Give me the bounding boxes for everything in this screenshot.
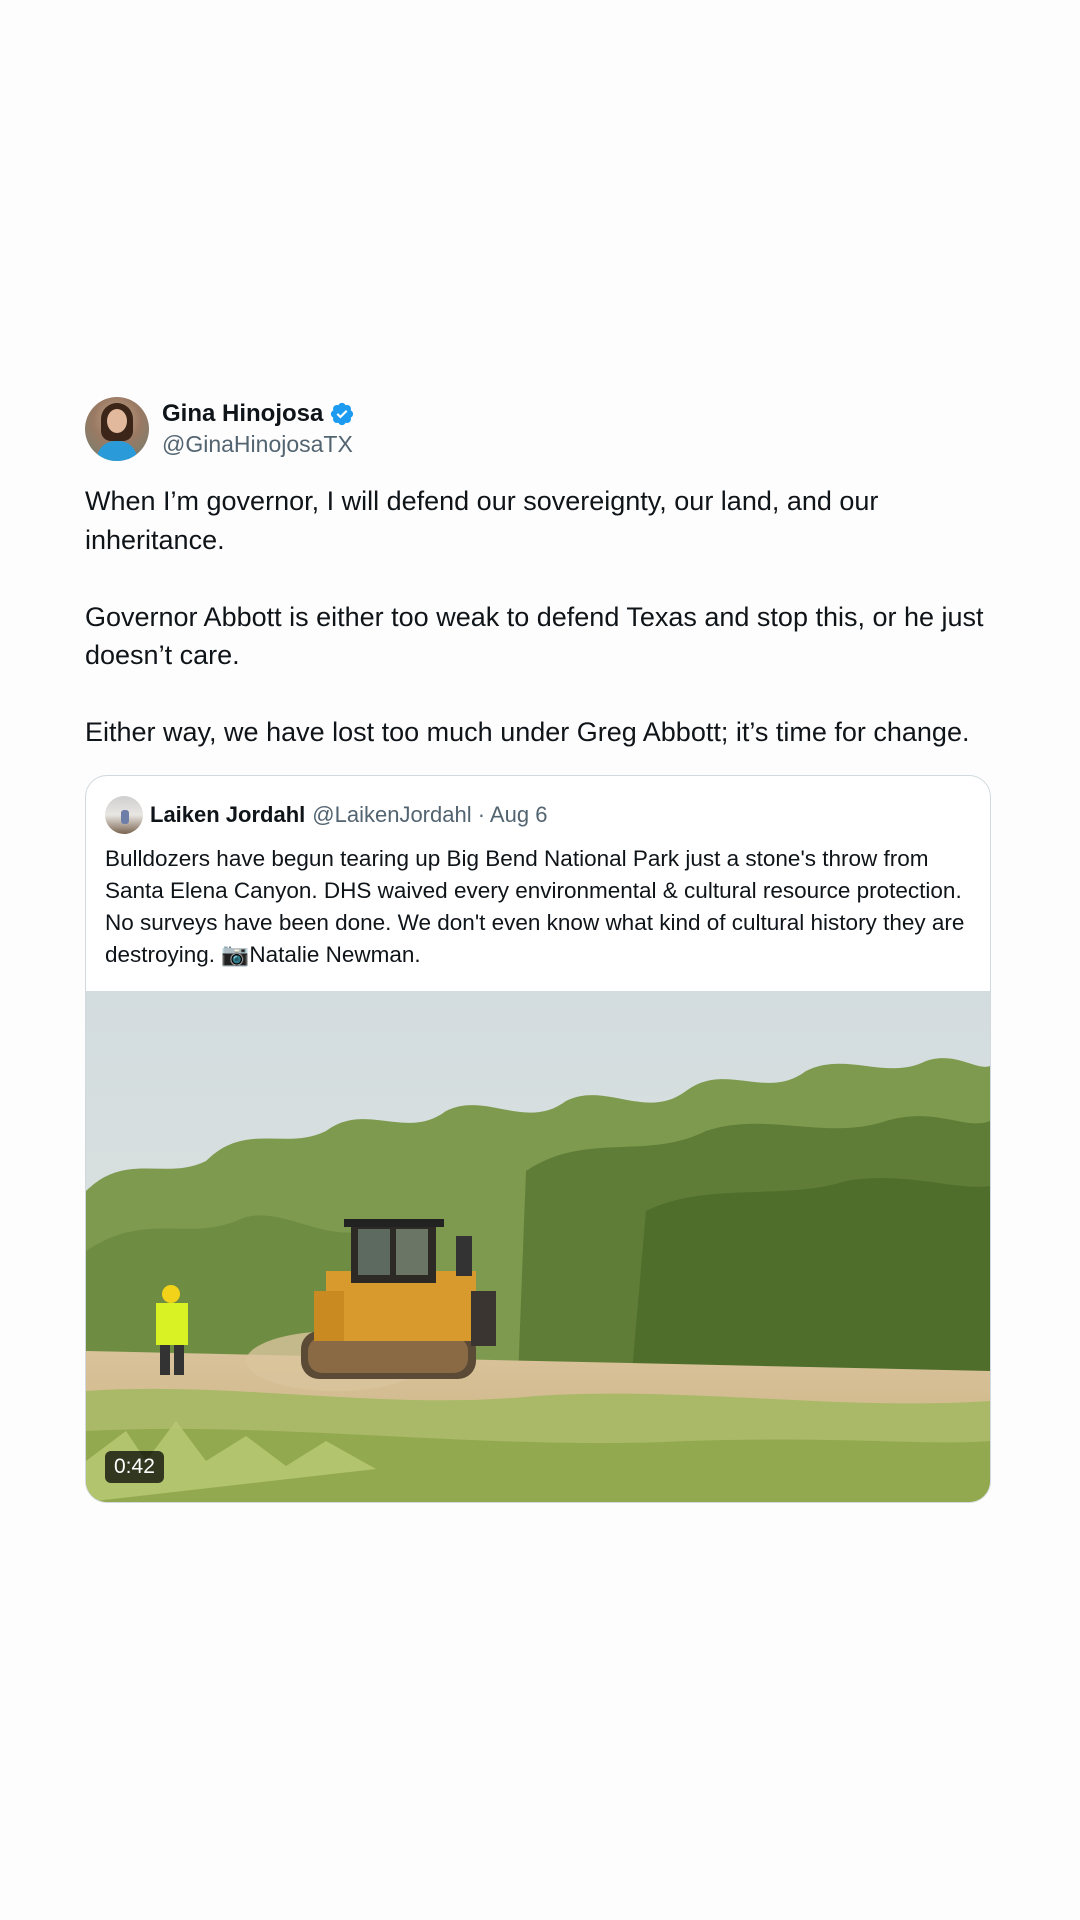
quoted-author-avatar: [105, 795, 143, 834]
tweet[interactable]: Gina Hinojosa @GinaHinojosaTX When I’m g…: [85, 396, 991, 1503]
quoted-tweet-text: Bulldozers have begun tearing up Big Ben…: [105, 845, 965, 967]
quoted-author-handle-date: @LaikenJordahl · Aug 6: [312, 801, 548, 827]
tweet-header: Gina Hinojosa @GinaHinojosaTX: [85, 396, 991, 462]
tweet-paragraph: Either way, we have lost too much under …: [85, 717, 970, 747]
tweet-paragraph: When I’m governor, I will defend our sov…: [85, 486, 879, 555]
quoted-tweet-header: Laiken Jordahl @LaikenJordahl · Aug 6: [105, 795, 990, 835]
verified-badge-icon: [331, 402, 354, 426]
quoted-tweet-card[interactable]: Laiken Jordahl @LaikenJordahl · Aug 6 Bu…: [85, 774, 991, 1503]
video-frame-image: [86, 990, 990, 1502]
author-avatar[interactable]: [85, 397, 149, 461]
author-display-name[interactable]: Gina Hinojosa: [162, 399, 323, 429]
video-duration-badge: 0:42: [105, 1450, 164, 1483]
author-handle[interactable]: @GinaHinojosaTX: [162, 429, 355, 459]
author-names: Gina Hinojosa @GinaHinojosaTX: [162, 399, 355, 459]
tweet-text: When I’m governor, I will defend our sov…: [85, 482, 985, 752]
video-thumbnail[interactable]: 0:42: [86, 990, 990, 1502]
tweet-paragraph: Governor Abbott is either too weak to de…: [85, 601, 984, 671]
quoted-author-name: Laiken Jordahl: [150, 801, 306, 827]
